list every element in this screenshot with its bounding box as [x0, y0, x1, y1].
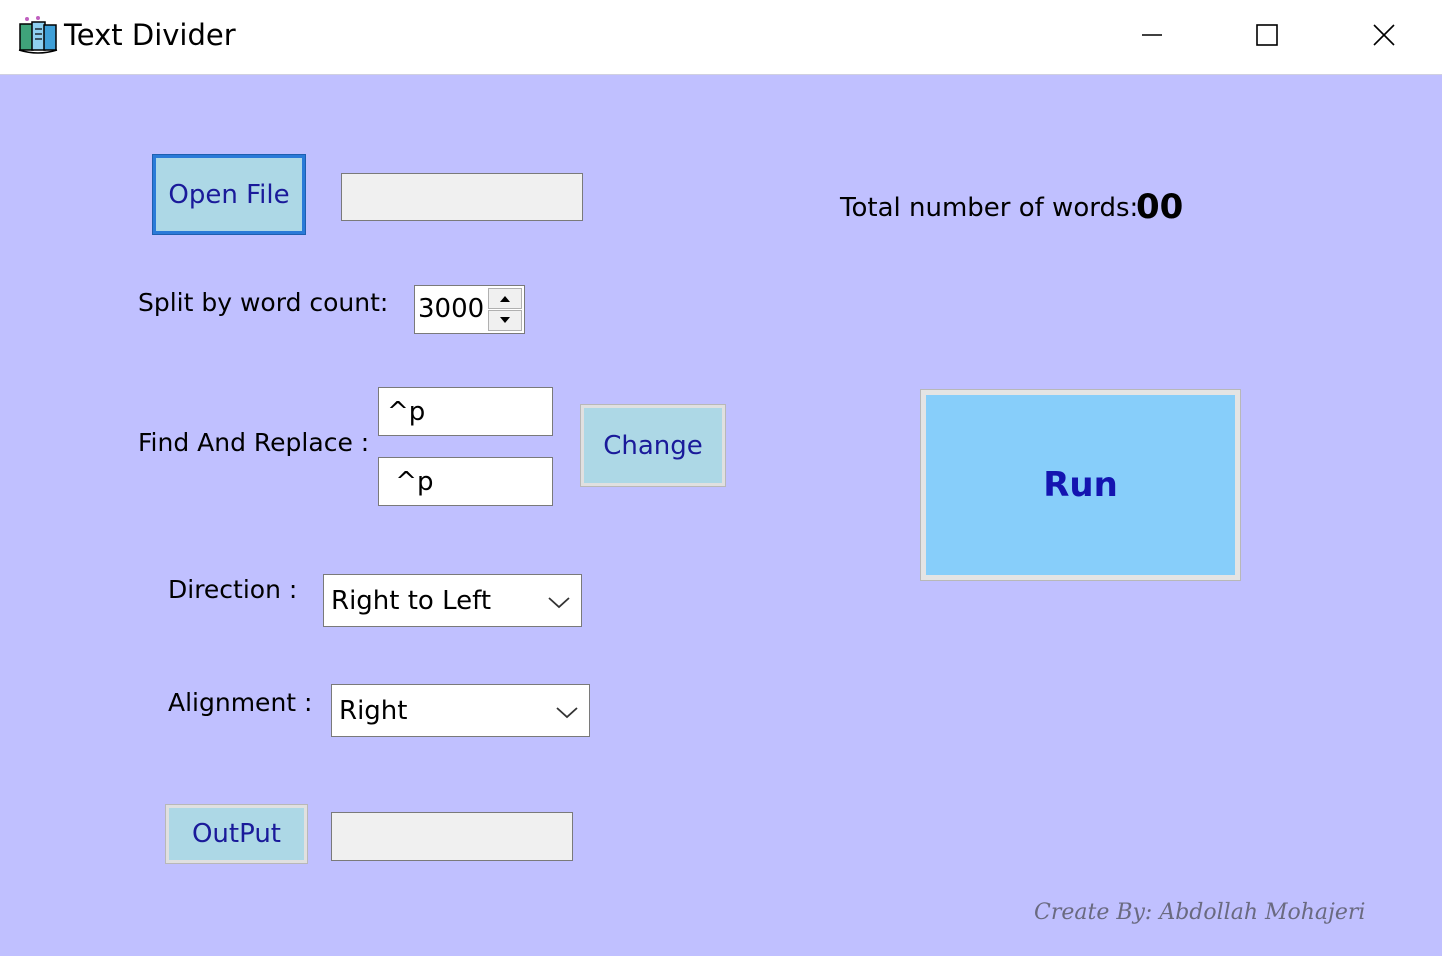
chevron-down-icon	[548, 596, 570, 608]
open-file-button[interactable]: Open File	[152, 154, 306, 235]
close-button[interactable]	[1360, 12, 1408, 58]
alignment-selected: Right	[339, 695, 408, 726]
minimize-icon	[1142, 34, 1162, 36]
total-words-value: 00	[1136, 187, 1184, 227]
open-file-label: Open File	[168, 179, 290, 210]
alignment-label: Alignment :	[168, 688, 313, 717]
close-icon	[1373, 24, 1395, 46]
direction-select[interactable]: Right to Left	[323, 574, 582, 627]
direction-label: Direction :	[168, 575, 298, 604]
alignment-select[interactable]: Right	[331, 684, 590, 737]
change-button[interactable]: Change	[580, 404, 726, 487]
chevron-down-icon	[556, 706, 578, 718]
title-bar: Text Divider	[0, 0, 1442, 75]
word-count-stepper[interactable]: 3000	[414, 285, 525, 334]
find-field[interactable]: ^p	[378, 387, 553, 436]
maximize-icon	[1256, 24, 1278, 46]
open-file-path-field[interactable]	[341, 173, 583, 221]
stepper-up-button[interactable]	[488, 288, 522, 309]
output-button[interactable]: OutPut	[165, 804, 308, 864]
find-replace-label: Find And Replace :	[138, 428, 370, 457]
run-button-label: Run	[1043, 465, 1118, 505]
replace-field[interactable]: ^p	[378, 457, 553, 506]
stepper-down-button[interactable]	[488, 310, 522, 331]
maximize-button[interactable]	[1243, 12, 1291, 58]
chevron-up-icon	[500, 296, 510, 302]
window-title: Text Divider	[64, 18, 236, 52]
main-form: Open File Total number of words: 00 Spli…	[0, 75, 1442, 956]
chevron-down-icon	[500, 317, 510, 323]
minimize-button[interactable]	[1128, 12, 1176, 58]
output-path-field[interactable]	[331, 812, 573, 861]
books-icon	[18, 16, 58, 54]
change-button-label: Change	[603, 430, 703, 461]
total-words-label: Total number of words:	[840, 193, 1139, 223]
direction-selected: Right to Left	[331, 585, 492, 616]
run-button[interactable]: Run	[920, 389, 1241, 581]
word-count-value[interactable]: 3000	[418, 294, 484, 324]
split-label: Split by word count:	[138, 288, 389, 317]
output-button-label: OutPut	[191, 819, 282, 849]
credit-text: Create By: Abdollah Mohajeri	[1034, 900, 1366, 925]
